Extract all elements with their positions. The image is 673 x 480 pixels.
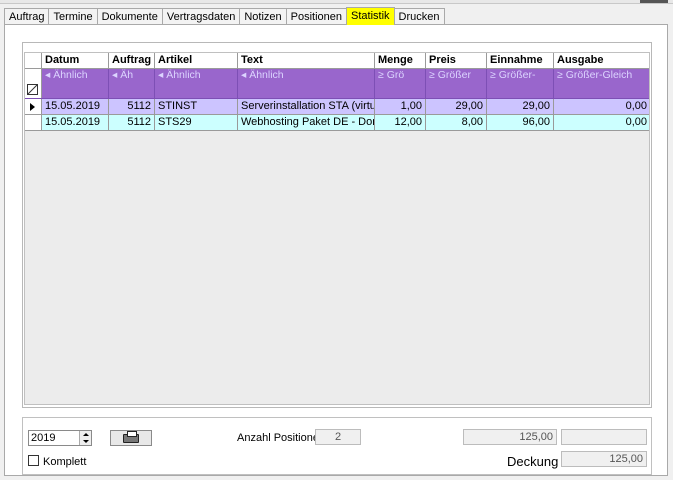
window-top-strip — [0, 0, 673, 4]
filter-input-artikel[interactable] — [155, 83, 238, 98]
grid-filter-input-row — [25, 83, 649, 99]
grid-filter-row: ◂ Ähnlich ◂ Äh ◂ Ähnlich ◂ Ähnlich ≥ Grö… — [25, 69, 649, 83]
cell-text[interactable]: Serverinstallation STA (virtuell — [238, 99, 375, 114]
window-edge — [640, 0, 668, 3]
filter-auftrag-text: Äh — [120, 69, 134, 81]
print-button[interactable] — [110, 430, 152, 446]
spin-arrows-icon[interactable] — [79, 431, 91, 445]
filter-ausgabe[interactable]: ≥ Größer-Gleich — [554, 69, 649, 83]
extra-field — [561, 429, 647, 445]
row-pointer-icon — [30, 103, 35, 111]
table-row[interactable]: 15.05.2019 5112 STINST Serverinstallatio… — [25, 99, 649, 115]
cell-artikel[interactable]: STINST — [155, 99, 238, 114]
filter-auftrag[interactable]: ◂ Äh — [109, 69, 155, 83]
row-selector[interactable] — [25, 115, 42, 130]
spin-up-icon[interactable] — [80, 431, 91, 438]
printer-icon — [123, 431, 139, 443]
filter-input-datum[interactable] — [42, 83, 109, 98]
header-selector-cell — [25, 53, 42, 68]
column-header-artikel[interactable]: Artikel — [155, 53, 238, 68]
filter-artikel[interactable]: ◂ Ähnlich — [155, 69, 238, 83]
column-header-ausgabe[interactable]: Ausgabe — [554, 53, 649, 68]
anzahl-positionen-label: Anzahl Positionen — [237, 432, 326, 444]
filter-input-menge[interactable] — [375, 83, 426, 98]
deckung-field: 125,00 — [561, 451, 647, 467]
column-header-auftrag[interactable]: Auftrag — [109, 53, 155, 68]
deckung-label: Deckung — [507, 454, 559, 469]
cell-artikel[interactable]: STS29 — [155, 115, 238, 130]
cell-ausgabe[interactable]: 0,00 — [554, 115, 649, 130]
grid-header-row: Datum Auftrag Artikel Text Menge Preis E… — [25, 53, 649, 69]
filter-input-text[interactable] — [238, 83, 375, 98]
filter-datum[interactable]: ◂ Ähnlich — [42, 69, 109, 83]
tab-auftrag[interactable]: Auftrag — [4, 8, 50, 25]
cell-text[interactable]: Webhosting Paket DE - Domai — [238, 115, 375, 130]
filter-input-auftrag[interactable] — [109, 83, 155, 98]
cell-preis[interactable]: 8,00 — [426, 115, 487, 130]
anzahl-positionen-field: 2 — [315, 429, 361, 445]
column-header-menge[interactable]: Menge — [375, 53, 426, 68]
column-header-einnahme[interactable]: Einnahme — [487, 53, 554, 68]
cell-auftrag[interactable]: 5112 — [109, 115, 155, 130]
tab-statistik[interactable]: Statistik — [346, 7, 395, 25]
cell-einnahme[interactable]: 29,00 — [487, 99, 554, 114]
tab-termine[interactable]: Termine — [48, 8, 98, 25]
cell-preis[interactable]: 29,00 — [426, 99, 487, 114]
tab-positionen[interactable]: Positionen — [285, 8, 348, 25]
year-value: 2019 — [31, 432, 56, 444]
cell-menge[interactable]: 1,00 — [375, 99, 426, 114]
cell-datum[interactable]: 15.05.2019 — [42, 99, 109, 114]
filter-input-einnahme[interactable] — [487, 83, 554, 98]
cell-datum[interactable]: 15.05.2019 — [42, 115, 109, 130]
statistik-grid[interactable]: Datum Auftrag Artikel Text Menge Preis E… — [24, 52, 650, 405]
total-field: 125,00 — [463, 429, 557, 445]
filter-ausgabe-text: Größer-Gleich — [565, 69, 633, 81]
column-header-datum[interactable]: Datum — [42, 53, 109, 68]
filter-menge[interactable]: ≥ Grö — [375, 69, 426, 83]
filter-clear-icon[interactable] — [27, 84, 38, 95]
filter-text-text: Ähnlich — [249, 69, 284, 81]
tab-drucken[interactable]: Drucken — [393, 8, 445, 25]
cell-ausgabe[interactable]: 0,00 — [554, 99, 649, 114]
tab-dokumente[interactable]: Dokumente — [96, 8, 163, 25]
tab-notizen[interactable]: Notizen — [239, 8, 287, 25]
tab-vertragsdaten[interactable]: Vertragsdaten — [161, 8, 241, 25]
row-selector[interactable] — [25, 99, 42, 114]
cell-einnahme[interactable]: 96,00 — [487, 115, 554, 130]
filter-preis[interactable]: ≥ Größer — [426, 69, 487, 83]
table-row[interactable]: 15.05.2019 5112 STS29 Webhosting Paket D… — [25, 115, 649, 131]
filter-einnahme-text: Größer- — [498, 69, 536, 81]
filter-input-ausgabe[interactable] — [554, 83, 649, 98]
filter-menge-text: Grö — [386, 69, 405, 81]
cell-menge[interactable]: 12,00 — [375, 115, 426, 130]
filter-preis-text: Größer — [437, 69, 471, 81]
komplett-checkbox[interactable] — [28, 455, 39, 466]
column-header-text[interactable]: Text — [238, 53, 375, 68]
filter-einnahme[interactable]: ≥ Größer- — [487, 69, 554, 83]
year-stepper[interactable]: 2019 — [28, 430, 92, 446]
filter-artikel-text: Ähnlich — [166, 69, 201, 81]
column-header-preis[interactable]: Preis — [426, 53, 487, 68]
filter-text[interactable]: ◂ Ähnlich — [238, 69, 375, 83]
filter-input-preis[interactable] — [426, 83, 487, 98]
filter-selector-cell — [25, 69, 42, 83]
cell-auftrag[interactable]: 5112 — [109, 99, 155, 114]
tab-bar: Auftrag Termine Dokumente Vertragsdaten … — [4, 7, 445, 25]
spin-down-icon[interactable] — [80, 438, 91, 445]
filter-datum-text: Ähnlich — [53, 69, 88, 81]
filter-clear-cell[interactable] — [25, 83, 42, 98]
komplett-label: Komplett — [43, 456, 87, 468]
